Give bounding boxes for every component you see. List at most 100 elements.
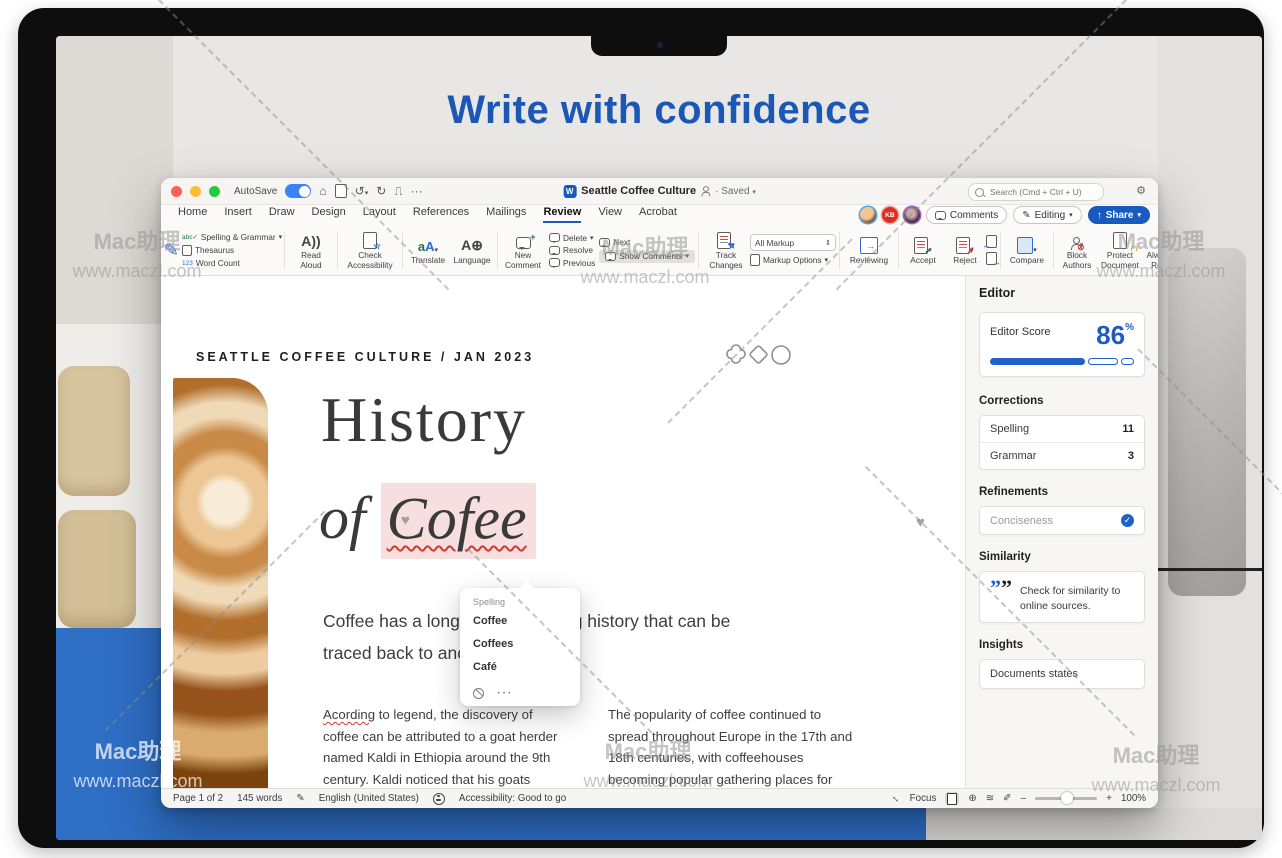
new-comment-icon: + [516,237,531,249]
zoom-slider-knob[interactable] [1061,792,1073,804]
more-toolbar-icon[interactable]: ··· [411,185,423,197]
protect-document-button[interactable]: Protect Document [1097,228,1143,272]
similarity-card[interactable]: ”” Check for similarity to online source… [979,571,1145,623]
page-indicator[interactable]: Page 1 of 2 [173,793,223,804]
language-button[interactable]: A⊕ Language [450,233,494,267]
minimize-window-button[interactable] [190,186,201,197]
avatar[interactable]: KB [882,207,898,223]
tab-view[interactable]: View [598,207,622,223]
language-status[interactable]: English (United States) [319,793,419,804]
wallpaper-ceramic [1168,248,1246,596]
zoom-slider[interactable] [1035,797,1097,800]
zoom-out-button[interactable]: – [1021,794,1027,804]
tab-home[interactable]: Home [178,207,207,223]
avatar[interactable] [904,207,920,223]
comments-button[interactable]: Comments [926,206,1007,224]
print-layout-view-button[interactable] [945,792,959,805]
document-page[interactable]: SEATTLE COFFEE CULTURE / JAN 2023 Histor… [161,276,965,788]
compare-button[interactable]: ▾ Compare [1004,233,1050,267]
word-count-status[interactable]: 145 words [237,793,282,804]
proofing-group: ✎ abc✓Spelling & Grammar▾ Thesaurus 123W… [165,227,281,273]
always-open-read-only-button[interactable]: ✎⊘ Always Open Read-Only [1143,228,1158,272]
tab-draw[interactable]: Draw [269,207,295,223]
saved-status: · Saved ▾ [715,186,756,197]
accessibility-icon [433,793,445,805]
correction-row-spelling[interactable]: Spelling11 [980,416,1144,442]
wallpaper-left [56,36,173,840]
tab-layout[interactable]: Layout [363,207,396,223]
tab-insert[interactable]: Insert [224,207,252,223]
tab-review[interactable]: Review [543,207,581,223]
shared-people-icon[interactable] [702,186,709,196]
refinement-row-conciseness[interactable]: Conciseness ✓ [979,506,1145,535]
tab-acrobat[interactable]: Acrobat [639,207,677,223]
accept-change-button[interactable]: ✓▾ Accept [902,233,944,267]
suggestion-coffee[interactable]: Coffee [473,615,567,627]
autosave-toggle[interactable] [285,184,311,198]
show-comments-button[interactable]: Show Comments▾ [599,250,695,263]
editor-score-bar [990,358,1134,365]
reviewing-group: → Reviewing [843,227,895,273]
search-box[interactable] [968,183,1104,201]
refinements-label: Refinements [979,486,1145,498]
tab-references[interactable]: References [413,207,469,223]
thesaurus-button[interactable]: Thesaurus [182,245,234,256]
close-window-button[interactable] [171,186,182,197]
insights-card[interactable]: Documents states [979,659,1145,689]
focus-button[interactable]: Focus [910,793,937,804]
tab-mailings[interactable]: Mailings [486,207,526,223]
share-button[interactable]: ↑ Share▾ [1088,206,1150,224]
undo-icon[interactable]: ↺▾ [355,185,369,197]
reject-change-button[interactable]: ✗▾ Reject [944,233,986,267]
zoom-window-button[interactable] [209,186,220,197]
reviewing-pane-button[interactable]: → Reviewing [843,233,895,267]
markup-options-button[interactable]: Markup Options▾ [750,254,828,266]
suggestion-coffees[interactable]: Coffees [473,638,567,650]
zoom-in-button[interactable]: + [1106,794,1112,804]
next-comment-button[interactable]: Next [599,237,630,247]
suggestion-cafe[interactable]: Café [473,661,567,673]
next-change-icon[interactable]: → [986,252,997,265]
translate-button[interactable]: aA▾ Translate [406,233,450,267]
home-icon[interactable]: ⌂ [319,185,326,197]
print-icon[interactable]: ⎍ [394,185,402,197]
proofing-status-icon[interactable]: ✎ [296,794,304,804]
outline-view-button[interactable]: ≋ [986,794,994,804]
previous-comment-icon [549,258,560,267]
settings-icon[interactable]: ⚙ [1136,184,1146,197]
zoom-level[interactable]: 100% [1121,793,1146,804]
resolve-comment-button[interactable]: Resolve [549,245,593,255]
word-count-button[interactable]: 123Word Count [182,258,240,268]
avatar[interactable] [860,207,876,223]
titlebar: AutoSave ⌂ ↺▾ ↻ ⎍ ··· W Seattle Coffee C… [161,178,1158,205]
new-comment-button[interactable]: + New Comment [501,228,545,272]
ignore-icon[interactable] [473,688,484,699]
save-icon[interactable] [335,184,347,198]
share-icon: ↑ [1097,210,1102,221]
body-column-right: The popularity of coffee continued to sp… [608,704,862,788]
editor-pane-icon[interactable]: ✎ [164,241,179,259]
markup-select[interactable]: All Markup⇕ [750,234,836,251]
misspelled-word[interactable]: Acording [323,707,375,722]
spelling-grammar-button[interactable]: abc✓Spelling & Grammar▾ [182,232,282,242]
editor-panel: Editor Editor Score 86% Corrections [965,276,1158,788]
track-changes-button[interactable]: ✎▾ Track Changes [702,228,750,272]
redo-icon[interactable]: ↻ [376,185,386,197]
web-layout-view-button[interactable]: ⊕ [968,794,976,804]
delete-comment-button[interactable]: Delete▾ [549,233,594,243]
correction-row-grammar[interactable]: Grammar3 [980,442,1144,469]
previous-change-icon[interactable]: ← [986,235,997,248]
previous-comment-button[interactable]: Previous [549,258,595,268]
wallpaper-bread [58,510,136,628]
editing-mode-button[interactable]: ✎ Editing▾ [1013,206,1081,224]
wallpaper-blue-table [56,806,926,840]
draft-view-button[interactable]: ✐ [1003,794,1011,804]
accessibility-status[interactable]: Accessibility: Good to go [459,793,566,804]
check-accessibility-button[interactable]: ☆ Check Accessibility [341,228,399,272]
block-authors-button[interactable]: ⊘▾ Block Authors [1057,228,1097,272]
read-aloud-button[interactable]: A)) Read Aloud [288,228,334,272]
search-input[interactable] [988,186,1097,198]
more-options-icon[interactable]: ··· [496,684,512,702]
tab-design[interactable]: Design [312,207,346,223]
editor-panel-title: Editor [979,286,1145,300]
